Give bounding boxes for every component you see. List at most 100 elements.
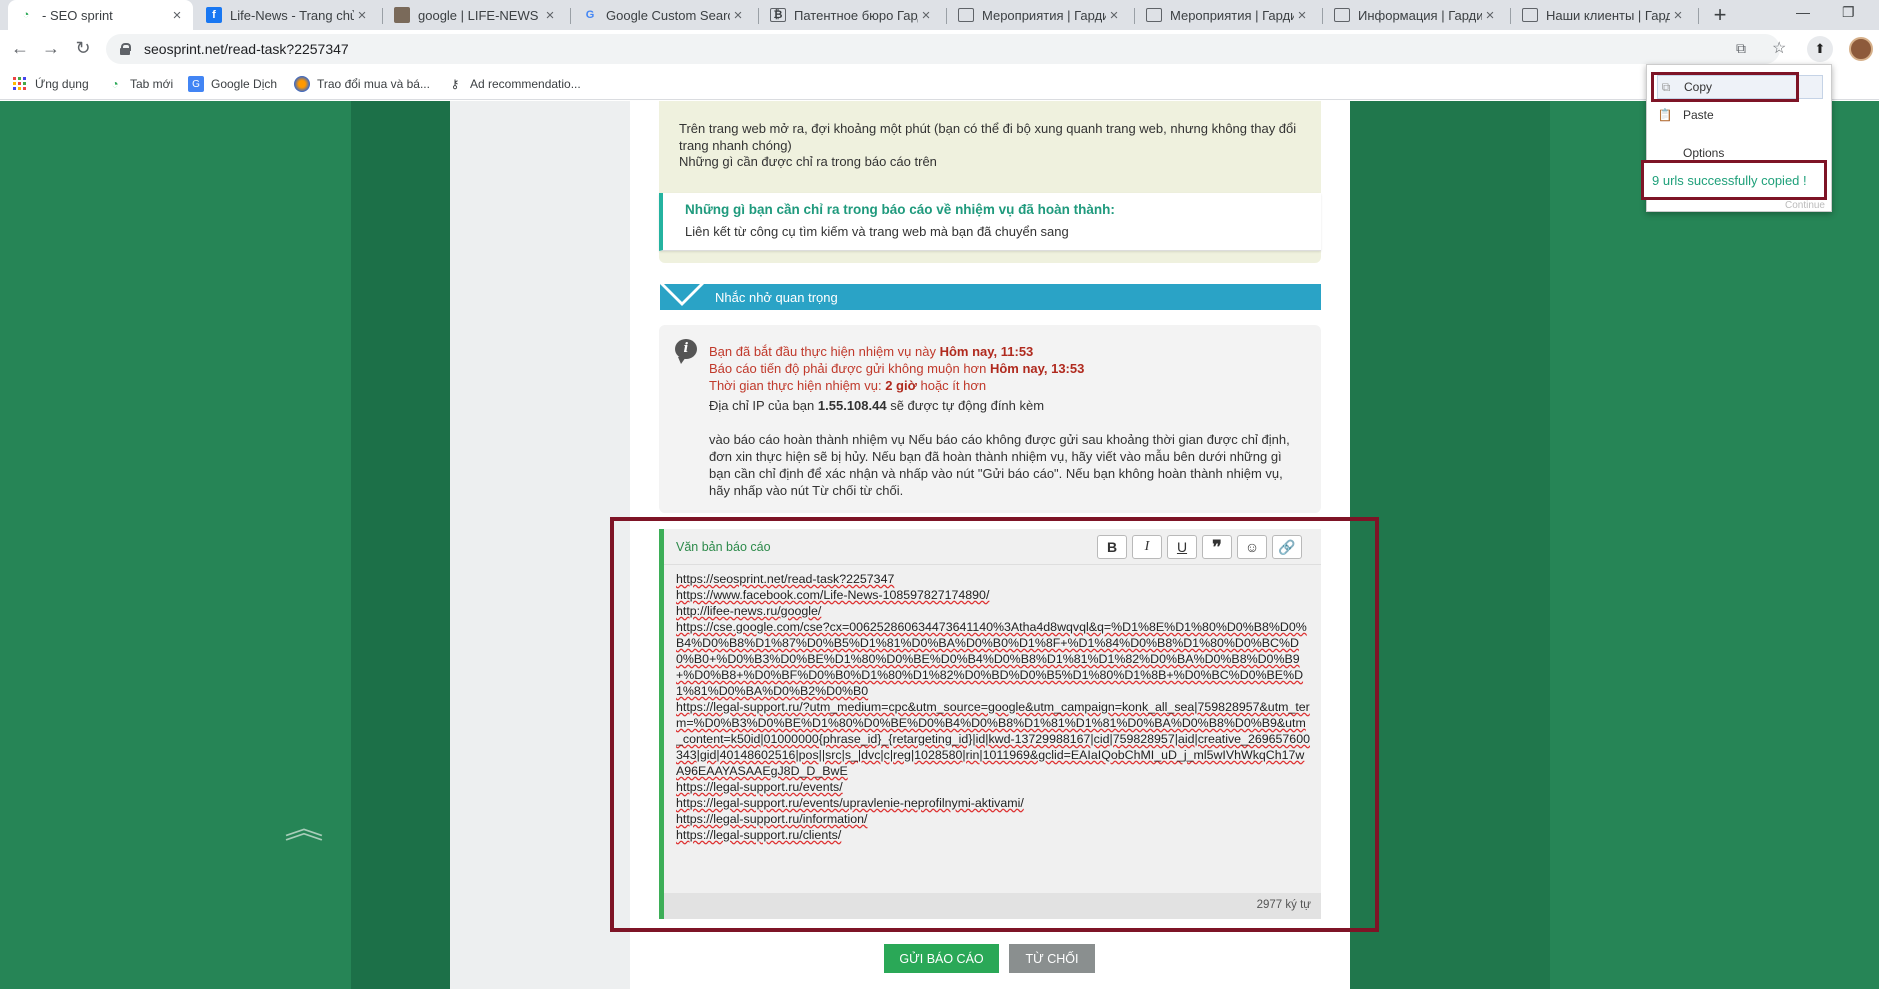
site-icon [1522, 8, 1538, 22]
tab-clients[interactable]: Наши клиенты | Гард × [1512, 0, 1694, 30]
site-icon [958, 8, 974, 22]
bookmark-label: Tab mới [130, 77, 174, 91]
seosprint-icon: ◔ [22, 9, 30, 21]
tab-title: Информация | Гардиу [1358, 7, 1482, 23]
tab-title: Google Custom Search [606, 7, 730, 23]
seosprint-icon: ◔ [111, 77, 119, 91]
forward-icon[interactable]: → [40, 38, 62, 59]
back-icon[interactable]: ← [9, 38, 31, 59]
bookmark-label: Trao đổi mua và bá... [317, 77, 430, 91]
tab-divider [1510, 8, 1511, 24]
tab-events-1[interactable]: Мероприятия | Гардиу × [948, 0, 1130, 30]
key-icon: ⚷ [450, 77, 460, 91]
reminder-title: Nhắc nhở quan trọng [715, 290, 838, 305]
close-icon[interactable]: × [1482, 7, 1498, 24]
close-icon[interactable]: × [1106, 7, 1122, 24]
close-icon[interactable]: × [169, 7, 185, 24]
bookmark-label: Ad recommendatio... [470, 77, 581, 91]
reload-icon[interactable]: ↻ [72, 38, 94, 59]
minimize-icon[interactable]: — [1796, 4, 1810, 20]
close-icon[interactable]: × [730, 7, 746, 24]
info-icon: i [675, 339, 697, 364]
apps-grid-icon [12, 76, 28, 92]
tab-divider [570, 8, 571, 24]
close-icon[interactable]: × [542, 7, 558, 24]
exchange-icon [294, 76, 310, 92]
new-tab-button[interactable]: + [1706, 2, 1734, 28]
info-body: vào báo cáo hoàn thành nhiệm vụ Nếu báo … [709, 432, 1290, 498]
site-icon [1146, 8, 1162, 22]
send-report-button[interactable]: GỬI BÁO CÁO [884, 944, 999, 973]
bookmark-google-translate[interactable]: G Google Dịch [188, 76, 277, 92]
deadline-line: Báo cáo tiến độ phải được gửi không muộn… [709, 361, 1085, 376]
description-paragraph: Trên trang web mở ra, đợi khoảng một phú… [679, 121, 1297, 153]
ip-line: Địa chỉ IP của bạn 1.55.108.44 sẽ được t… [709, 398, 1045, 413]
note-heading: Những gì bạn cần chỉ ra trong báo cáo về… [685, 202, 1115, 217]
browser-toolbar: ← → ↻ seosprint.net/read-task?2257347 ⧉ … [0, 30, 1879, 68]
site-icon: ₿ [770, 8, 786, 22]
tab-title: Мероприятия | Гардиу [1170, 7, 1294, 23]
close-icon[interactable]: × [1670, 7, 1686, 24]
tab-strip: ◔ - SEO sprint × f Life-News - Trang chủ… [0, 0, 1879, 30]
avatar[interactable] [1849, 37, 1873, 61]
scroll-to-top-icon[interactable]: ︽ [284, 807, 323, 847]
tab-title: Патентное бюро Гарди [794, 7, 918, 23]
tab-patent-bureau[interactable]: ₿ Патентное бюро Гарди × [760, 0, 942, 30]
tab-divider [1134, 8, 1135, 24]
description-text: Trên trang web mở ra, đợi khoảng một phú… [679, 121, 1301, 171]
tab-title: Мероприятия | Гардиу [982, 7, 1106, 23]
bookmark-label: Google Dịch [211, 77, 278, 91]
tab-life-news[interactable]: f Life-News - Trang chủ | × [196, 0, 378, 30]
close-icon[interactable]: × [354, 7, 370, 24]
background-panel [351, 101, 450, 989]
duration-line: Thời gian thực hiện nhiệm vụ: 2 giờ hoặc… [709, 378, 987, 393]
reminder-arrow [664, 284, 700, 302]
paste-menu-item[interactable]: 📋 Paste [1657, 103, 1823, 127]
options-label: Options [1683, 146, 1725, 160]
close-icon[interactable]: × [918, 7, 934, 24]
translate-icon[interactable]: ⧉ [1736, 40, 1746, 57]
copy-status-message: 9 urls successfully copied ! [1641, 160, 1827, 200]
facebook-icon: f [206, 7, 222, 23]
address-bar[interactable]: seosprint.net/read-task?2257347 [106, 34, 1780, 64]
url-text: seosprint.net/read-task?2257347 [144, 41, 349, 57]
page-content: ︽ Trên trang web mở ra, đợi khoảng một p… [0, 101, 1879, 989]
tab-information[interactable]: Информация | Гардиу × [1324, 0, 1506, 30]
site-icon [1334, 8, 1350, 22]
copy-urls-popup: ⧉ Copy 📋 Paste Options 9 urls successful… [1641, 64, 1832, 212]
started-line: Bạn đã bắt đầu thực hiện nhiệm vụ này Hô… [709, 344, 1034, 359]
tab-events-2[interactable]: Мероприятия | Гардиу × [1136, 0, 1318, 30]
tab-divider [946, 8, 947, 24]
reject-button[interactable]: TỪ CHỐI [1009, 944, 1095, 973]
star-icon[interactable]: ☆ [1772, 38, 1786, 58]
paste-label: Paste [1683, 108, 1714, 122]
annotation-frame [1651, 72, 1799, 102]
background-panel [0, 101, 351, 989]
restore-icon[interactable]: ❐ [1842, 4, 1855, 21]
tab-google-custom-search[interactable]: G Google Custom Search × [572, 0, 754, 30]
tab-divider [758, 8, 759, 24]
report-requirement-note: Những gì bạn cần chỉ ra trong báo cáo về… [659, 193, 1321, 251]
lock-icon[interactable] [120, 43, 131, 55]
bookmark-apps[interactable]: Ứng dụng [12, 76, 89, 92]
important-info: i Bạn đã bắt đầu thực hiện nhiệm vụ này … [659, 325, 1321, 513]
annotation-frame [610, 517, 1379, 932]
reminder-header: Nhắc nhở quan trọng [660, 284, 1321, 310]
background-panel [1550, 101, 1879, 989]
close-icon[interactable]: × [1294, 7, 1310, 24]
bookmark-ad-recommendation[interactable]: ⚷ Ad recommendatio... [447, 76, 581, 92]
tab-divider [382, 8, 383, 24]
info-lines: Bạn đã bắt đầu thực hiện nhiệm vụ này Hô… [709, 343, 1305, 499]
image-icon [394, 7, 410, 23]
google-icon: G [585, 9, 595, 21]
extension-icon[interactable]: ⬆ [1807, 36, 1833, 62]
bookmark-new-tab[interactable]: ◔ Tab mới [107, 76, 173, 92]
tab-google-life-news[interactable]: google | LIFE-NEWS × [384, 0, 566, 30]
tab-divider [1322, 8, 1323, 24]
bookmarks-bar: Ứng dụng ◔ Tab mới G Google Dịch Trao đổ… [0, 68, 1879, 100]
translate-icon: G [188, 76, 204, 92]
bookmark-label: Ứng dụng [35, 77, 89, 91]
tab-seosprint[interactable]: ◔ - SEO sprint × [8, 0, 193, 30]
continue-link[interactable]: Continue [1785, 200, 1825, 211]
bookmark-exchange[interactable]: Trao đổi mua và bá... [294, 76, 430, 92]
